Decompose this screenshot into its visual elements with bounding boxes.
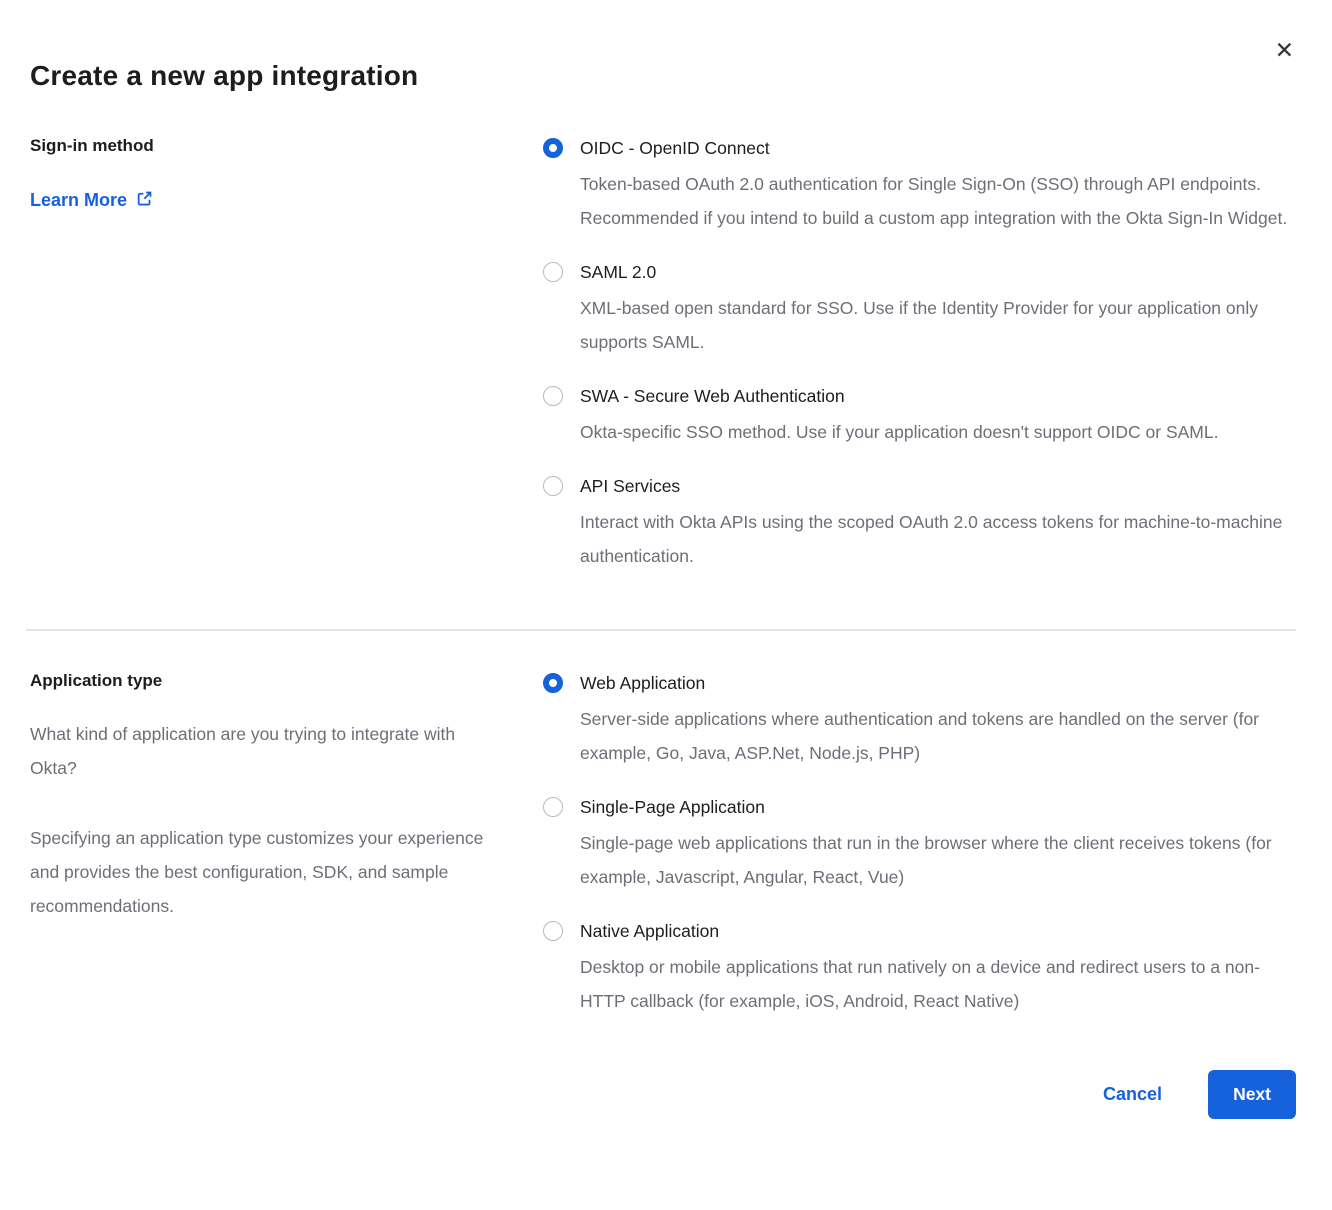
next-button[interactable]: Next (1208, 1070, 1296, 1119)
signin-option-saml: SAML 2.0 XML-based open standard for SSO… (543, 260, 1296, 359)
apptype-option-native-description: Desktop or mobile applications that run … (580, 950, 1292, 1018)
signin-option-swa-description: Okta-specific SSO method. Use if your ap… (580, 415, 1292, 449)
apptype-option-spa-description: Single-page web applications that run in… (580, 826, 1292, 894)
learn-more-link[interactable]: Learn More (30, 188, 153, 212)
close-icon: ✕ (1275, 38, 1294, 64)
application-type-options: Web Application Server-side applications… (543, 671, 1296, 1018)
apptype-option-web-label[interactable]: Web Application (580, 671, 1296, 695)
section-divider (26, 629, 1296, 631)
create-app-integration-dialog: ✕ Create a new app integration Sign-in m… (0, 0, 1332, 1210)
apptype-option-native: Native Application Desktop or mobile app… (543, 919, 1296, 1018)
signin-option-swa: SWA - Secure Web Authentication Okta-spe… (543, 384, 1296, 449)
signin-option-api-services: API Services Interact with Okta APIs usi… (543, 474, 1296, 573)
radio-swa[interactable] (543, 386, 563, 406)
apptype-option-spa-label[interactable]: Single-Page Application (580, 795, 1296, 819)
apptype-option-web-description: Server-side applications where authentic… (580, 702, 1292, 770)
signin-option-oidc-description: Token-based OAuth 2.0 authentication for… (580, 167, 1292, 235)
signin-option-swa-label[interactable]: SWA - Secure Web Authentication (580, 384, 1296, 408)
signin-option-saml-description: XML-based open standard for SSO. Use if … (580, 291, 1292, 359)
signin-method-left-column: Sign-in method Learn More (30, 136, 543, 573)
signin-method-options: OIDC - OpenID Connect Token-based OAuth … (543, 136, 1296, 573)
dialog-footer: Cancel Next (30, 1070, 1296, 1119)
external-link-icon (136, 190, 153, 212)
application-type-question: What kind of application are you trying … (30, 717, 500, 785)
application-type-label: Application type (30, 671, 503, 691)
radio-api-services[interactable] (543, 476, 563, 496)
application-type-section: Application type What kind of applicatio… (30, 671, 1296, 1018)
signin-option-oidc-label[interactable]: OIDC - OpenID Connect (580, 136, 1296, 160)
application-type-left-column: Application type What kind of applicatio… (30, 671, 543, 1018)
radio-single-page-application[interactable] (543, 797, 563, 817)
signin-option-api-services-description: Interact with Okta APIs using the scoped… (580, 505, 1292, 573)
apptype-option-native-label[interactable]: Native Application (580, 919, 1296, 943)
signin-method-label: Sign-in method (30, 136, 503, 156)
signin-option-api-services-label[interactable]: API Services (580, 474, 1296, 498)
radio-native-application[interactable] (543, 921, 563, 941)
cancel-button[interactable]: Cancel (1097, 1083, 1168, 1106)
radio-saml[interactable] (543, 262, 563, 282)
learn-more-label: Learn More (30, 190, 127, 211)
radio-web-application[interactable] (543, 673, 563, 693)
apptype-option-web: Web Application Server-side applications… (543, 671, 1296, 770)
application-type-explanation: Specifying an application type customize… (30, 821, 500, 923)
signin-method-section: Sign-in method Learn More OIDC - OpenID … (30, 136, 1296, 573)
signin-option-oidc: OIDC - OpenID Connect Token-based OAuth … (543, 136, 1296, 235)
apptype-option-spa: Single-Page Application Single-page web … (543, 795, 1296, 894)
radio-oidc[interactable] (543, 138, 563, 158)
close-button[interactable]: ✕ (1271, 36, 1298, 67)
page-title: Create a new app integration (30, 60, 1296, 92)
signin-option-saml-label[interactable]: SAML 2.0 (580, 260, 1296, 284)
